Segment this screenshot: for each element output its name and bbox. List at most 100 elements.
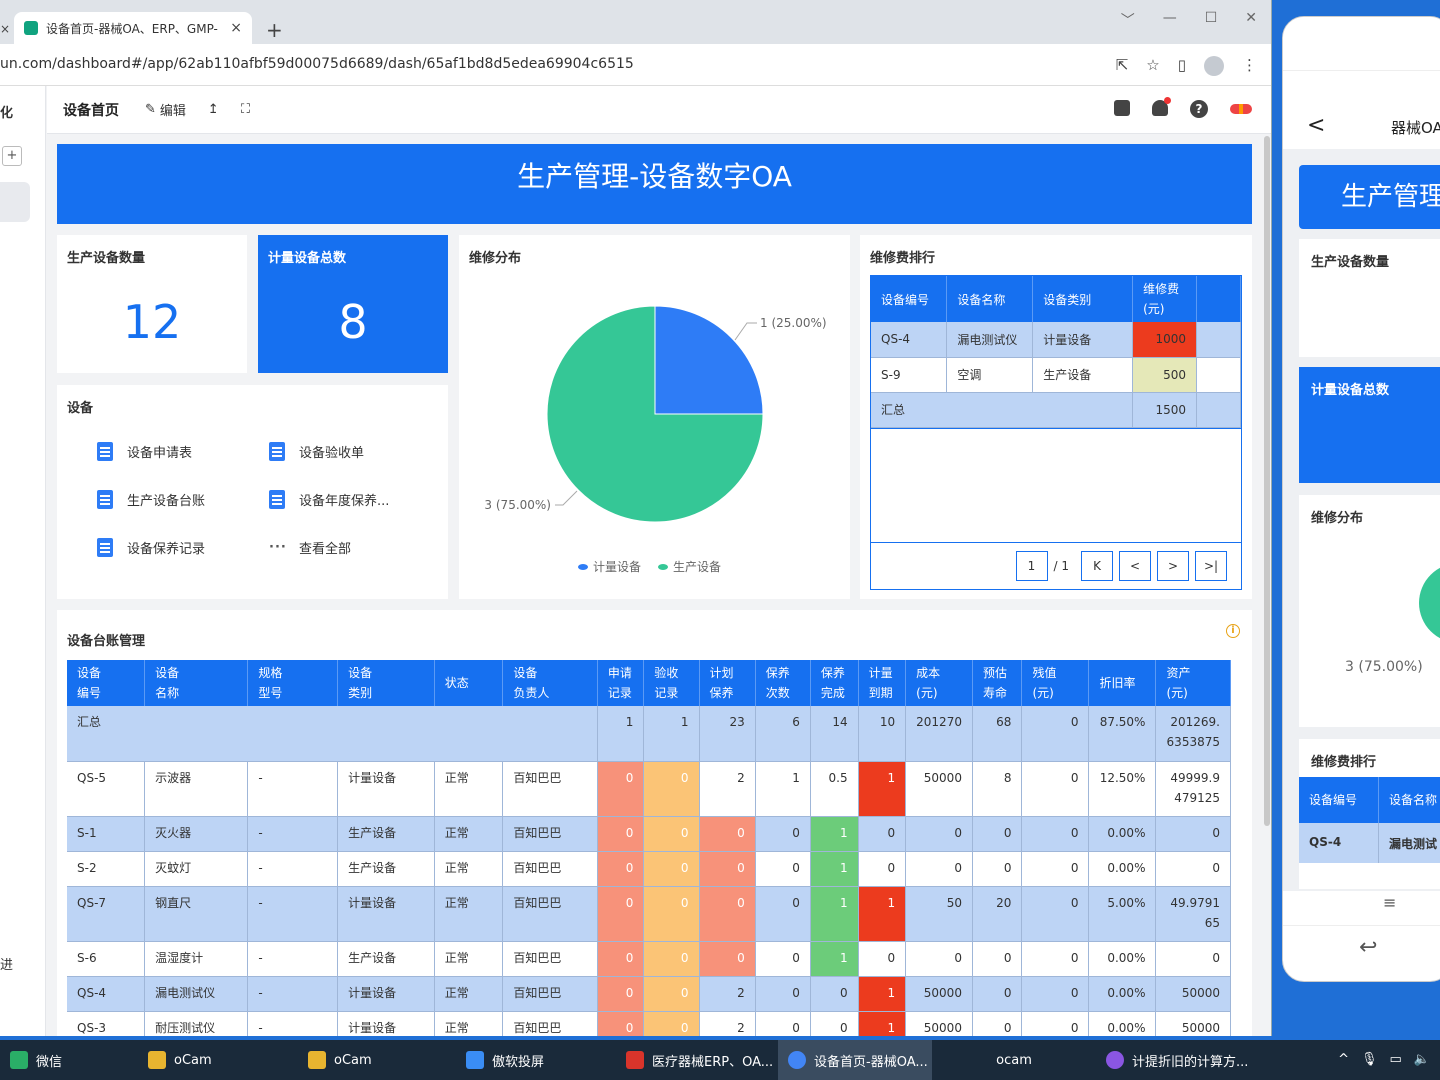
table-row[interactable]: S-2 灭蚊灯 - 生产设备 正常 百知巴巴 0 0 0 0 1 0 0 0 0 0.00% 0 [67,851,1231,887]
table-row[interactable]: QS-7 钢直尺 - 计量设备 正常 百知巴巴 0 0 0 0 1 1 50 20 0 5.00% 49.979… [67,886,1231,942]
col-header[interactable]: 设备编号 [1299,777,1379,823]
page-scrollbar[interactable] [1264,136,1270,826]
tab-close-icon[interactable]: × [230,20,242,36]
link-maintenance-record[interactable]: 设备保养记录 [97,537,269,557]
last-page-button[interactable]: >| [1195,551,1227,581]
page-input[interactable]: 1 [1015,551,1048,581]
display-icon[interactable]: ▭ [1390,1052,1402,1067]
new-tab-button[interactable]: + [266,18,283,42]
col-header[interactable]: 计量 到期 [858,660,907,706]
next-page-button[interactable]: > [1157,551,1189,581]
system-tray: ^ 🎙 ▭ 🔈 [1338,1052,1430,1067]
col-header[interactable]: 残值 (元) [1021,660,1090,706]
legend-marker-1[interactable] [658,564,668,570]
cell: 0 [810,976,859,1012]
microphone-icon[interactable]: 🎙 [1361,1052,1378,1067]
close-window-button[interactable]: ✕ [1245,10,1257,30]
col-header[interactable]: 验收 记录 [643,660,700,706]
col-header[interactable]: 资产 (元) [1155,660,1231,706]
taskbar-item-browser[interactable]: 计提折旧的计算方... [1096,1040,1256,1080]
col-header[interactable]: 状态 [434,660,504,706]
cell: 12.50% [1088,761,1157,817]
cell: 201270 [905,706,973,762]
phone-back-icon[interactable]: < [1307,113,1325,138]
table-row[interactable]: QS-3 耐压测试仪 - 计量设备 正常 百知巴巴 0 0 2 0 0 1 50000 0 0 0.00% 50… [67,1011,1231,1036]
col-header[interactable]: 保养 完成 [810,660,859,706]
brand-logo-icon[interactable] [1230,104,1252,114]
col-header[interactable]: 设备 编号 [67,660,146,706]
taskbar-item-wps[interactable]: 医疗器械ERP、OA... [616,1040,778,1080]
left-nav-selected-item[interactable] [0,182,30,222]
cell: 正常 [434,851,504,887]
col-header[interactable]: 规格 型号 [247,660,339,706]
phone-menu-icon[interactable]: ≡ [1383,893,1396,912]
col-header[interactable]: 设备编号 [871,276,948,322]
table-row[interactable]: QS-4 漏电测试 [1299,823,1440,863]
phone-nav-back-icon[interactable]: ↩ [1359,935,1377,960]
active-tab[interactable]: 设备首页-器械OA、ERP、GMP- × [14,12,252,44]
col-header[interactable]: 设备名称 [1379,777,1440,823]
pie-slice-0[interactable] [654,305,764,415]
browser-window: × 设备首页-器械OA、ERP、GMP- × + ﹀ — ☐ ✕ un.com/… [0,0,1272,1036]
legend-marker-0[interactable] [578,564,588,570]
sidepanel-icon[interactable]: ▯ [1178,56,1186,76]
volume-icon[interactable]: 🔈 [1414,1052,1430,1067]
table-row[interactable]: QS-4 漏电测试仪 - 计量设备 正常 百知巴巴 0 0 2 0 0 1 50000 0 0 0.00% 50… [67,976,1231,1012]
taskbar-item-screen-mirror[interactable]: 傲软投屏 [456,1040,616,1080]
cell: 百知巴巴 [502,886,598,942]
col-header[interactable]: 折旧率 [1088,660,1157,706]
phone-card-production: 生产设备数量 [1299,239,1440,357]
prev-page-button[interactable]: < [1119,551,1151,581]
col-header[interactable]: 设备 负责人 [502,660,598,706]
taskbar-item-ocam-3[interactable]: ocam [932,1040,1096,1080]
share-page-icon[interactable]: ⇱ [1116,56,1129,76]
bookmark-star-icon[interactable]: ☆ [1146,56,1159,76]
table-row[interactable]: QS-5 示波器 - 计量设备 正常 百知巴巴 0 0 2 1 0.5 1 50000 8 0 12.50% 4… [67,761,1231,817]
col-header[interactable]: 申请 记录 [597,660,645,706]
first-page-button[interactable]: K [1081,551,1113,581]
taskbar-item-ocam-2[interactable]: oCam [298,1040,456,1080]
taskbar-item-ocam-1[interactable]: oCam [138,1040,298,1080]
summary-row[interactable]: 汇总 1 1 23 6 14 10 201270 68 0 87.50% 201269. 635387… [67,706,1231,762]
screen-mirror-icon [466,1051,484,1069]
cell: 百知巴巴 [502,941,598,977]
edit-button[interactable]: ✎ 编辑 [145,100,186,119]
help-icon[interactable]: ? [1190,100,1208,118]
link-apply-form[interactable]: 设备申请表 [97,441,269,461]
tray-chevron-icon[interactable]: ^ [1338,1052,1349,1067]
fullscreen-icon[interactable]: ⛶ [241,102,250,117]
share-icon[interactable]: ↥ [208,102,219,117]
taskbar-item-chrome[interactable]: 设备首页-器械OA... [778,1040,932,1080]
col-header[interactable]: 设备名称 [946,276,1034,322]
table-row[interactable]: QS-4 漏电测试仪 计量设备 1000 [871,322,1241,358]
table-row[interactable]: S-1 灭火器 - 生产设备 正常 百知巴巴 0 0 0 0 1 0 0 0 0 0.00% 0 [67,816,1231,852]
col-header[interactable]: 成本 (元) [905,660,973,706]
add-icon[interactable]: + [2,146,22,166]
previous-tab-close[interactable]: × [0,22,10,36]
col-header[interactable]: 设备 名称 [144,660,249,706]
col-header[interactable]: 计划 保养 [699,660,756,706]
table-row[interactable]: S-6 温湿度计 - 生产设备 正常 百知巴巴 0 0 0 0 1 0 0 0 0 0.00% 0 [67,941,1231,977]
tab-bar: × 设备首页-器械OA、ERP、GMP- × + ﹀ — ☐ ✕ [0,0,1271,44]
taskbar-item-wechat[interactable]: 微信 [0,1040,138,1080]
link-annual-maintenance[interactable]: 设备年度保养... [269,489,419,509]
col-header[interactable]: 维修费(元) [1132,276,1198,322]
col-header[interactable]: 设备类别 [1032,276,1134,322]
col-header[interactable]: 保养 次数 [755,660,811,706]
link-view-all[interactable]: ··· 查看全部 [269,537,419,557]
book-icon[interactable] [1114,100,1130,116]
left-nav-bottom-text[interactable]: 进 [0,954,13,973]
profile-avatar-icon[interactable] [1204,56,1224,76]
maximize-button[interactable]: ☐ [1205,10,1218,30]
more-menu-icon[interactable]: ⋮ [1242,56,1257,76]
col-header[interactable]: 设备 类别 [337,660,435,706]
link-acceptance-form[interactable]: 设备验收单 [269,441,419,461]
table-row[interactable]: S-9 空调 生产设备 500 [871,357,1241,393]
link-production-ledger[interactable]: 生产设备台账 [97,489,269,509]
notification-bell-icon[interactable] [1152,97,1171,116]
tab-search-icon[interactable]: ﹀ [1121,10,1135,30]
col-header[interactable]: 预估 寿命 [972,660,1023,706]
url-field[interactable]: un.com/dashboard#/app/62ab110afbf59d0007… [0,56,634,72]
info-icon[interactable]: i [1226,624,1240,638]
minimize-button[interactable]: — [1163,10,1177,30]
